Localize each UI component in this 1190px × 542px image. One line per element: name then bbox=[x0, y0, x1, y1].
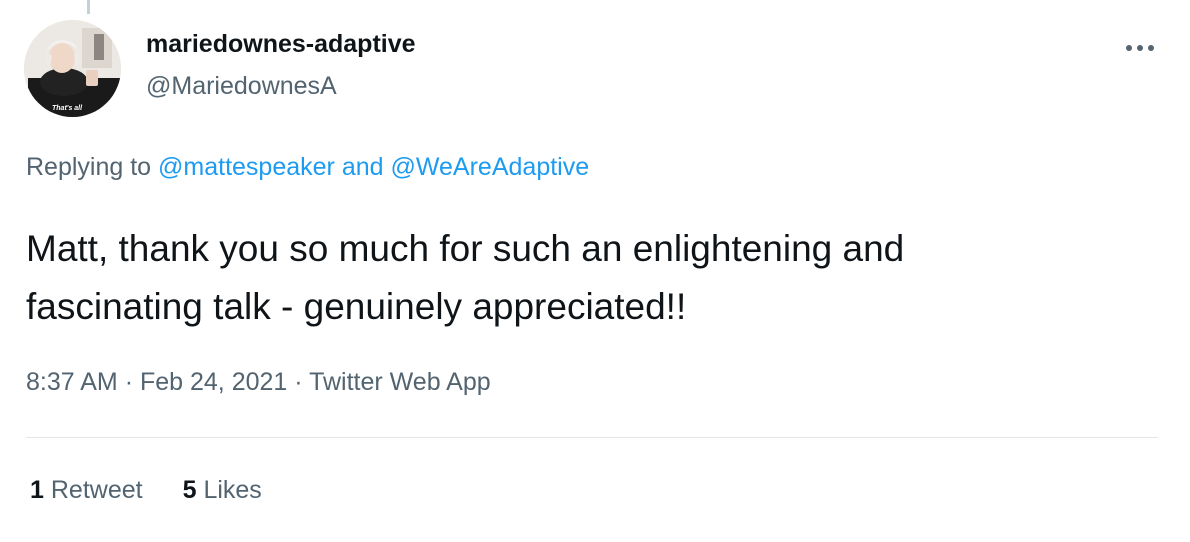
divider bbox=[26, 437, 1158, 438]
replying-to-label: Replying to bbox=[26, 153, 152, 181]
meta-separator: · bbox=[124, 368, 134, 396]
tweet-text-line: Matt, thank you so much for such an enli… bbox=[26, 228, 905, 269]
display-name[interactable]: mariedownes-adaptive bbox=[146, 30, 416, 59]
tweet-source[interactable]: Twitter Web App bbox=[309, 368, 491, 396]
avatar[interactable]: That's all bbox=[24, 20, 121, 117]
mention-link-mattespeaker[interactable]: @mattespeaker bbox=[158, 153, 335, 181]
replying-to-line: Replying to @mattespeaker and @WeAreAdap… bbox=[26, 153, 589, 182]
likes-count: 5 bbox=[182, 476, 197, 504]
tweet-metadata: 8:37 AM · Feb 24, 2021 · Twitter Web App bbox=[26, 368, 491, 397]
retweets-count: 1 bbox=[30, 476, 44, 504]
mention-link-weareadaptive[interactable]: @WeAreAdaptive bbox=[391, 153, 590, 181]
mention-conjunction[interactable]: and bbox=[342, 153, 384, 181]
retweets-label: Retweet bbox=[50, 476, 143, 504]
avatar-caption: That's all bbox=[52, 105, 83, 112]
engagement-stats: 1 Retweet 5 Likes bbox=[30, 476, 262, 505]
meta-separator: · bbox=[294, 368, 303, 396]
tweet-text-line: fascinating talk - genuinely appreciated… bbox=[26, 286, 687, 327]
tweet-date[interactable]: Feb 24, 2021 bbox=[140, 368, 287, 396]
retweets-stat[interactable]: 1 Retweet bbox=[30, 476, 143, 505]
likes-label: Likes bbox=[203, 476, 262, 504]
avatar-image: That's all bbox=[24, 20, 121, 117]
tweet-text: Matt, thank you so much for such an enli… bbox=[26, 220, 1146, 336]
tweet-time[interactable]: 8:37 AM bbox=[26, 368, 118, 396]
thread-connector-line bbox=[87, 0, 90, 14]
more-horizontal-icon bbox=[1126, 45, 1154, 51]
likes-stat[interactable]: 5 Likes bbox=[183, 476, 262, 505]
user-handle[interactable]: @MariedownesA bbox=[146, 72, 337, 101]
more-options-button[interactable] bbox=[1120, 36, 1160, 60]
